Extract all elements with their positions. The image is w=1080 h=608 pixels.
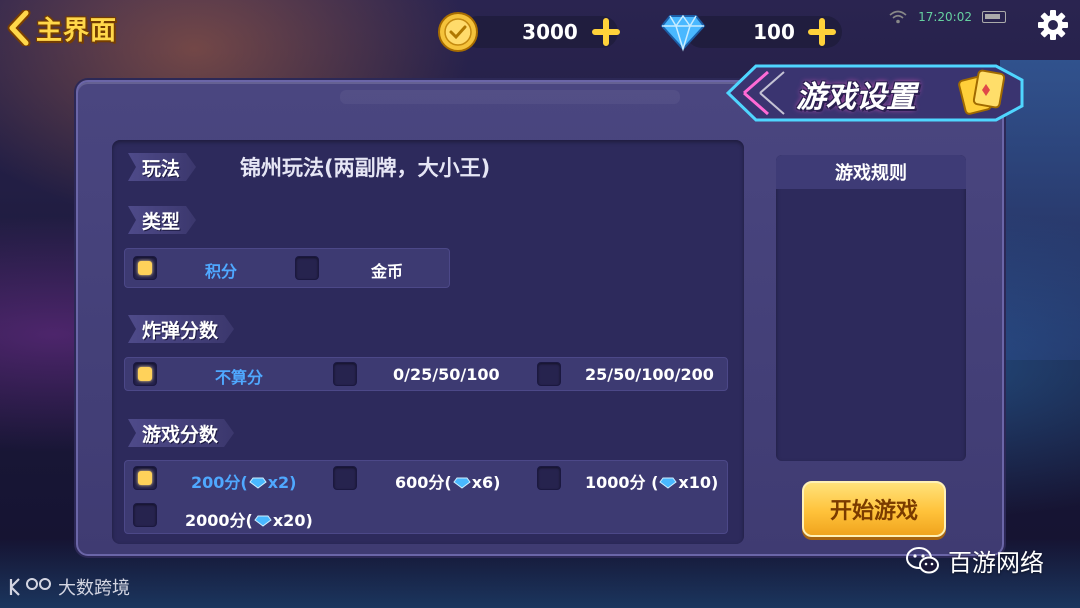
bomb-options: 不算分 0/25/50/100 25/50/100/200	[124, 357, 728, 391]
panel-header-strip	[340, 90, 680, 104]
watermark-left: 大数跨境	[8, 574, 130, 600]
score-600-label: 600分(x6)	[395, 473, 501, 492]
cards-icon	[958, 69, 1006, 115]
score-section: 游戏分数	[128, 418, 234, 448]
type-points-checkbox[interactable]	[133, 256, 157, 280]
score-200-checkbox[interactable]	[133, 466, 157, 490]
score-600-label-wrap: 600分(x6)	[395, 469, 500, 493]
rules-box[interactable]: 游戏规则	[776, 155, 966, 461]
bomb-none-label-wrap: 不算分	[215, 364, 263, 388]
type-tag: 类型	[128, 206, 196, 234]
type-points-label: 积分	[205, 262, 238, 281]
play-mode: 锦州玩法(两副牌，大小王)	[240, 156, 491, 180]
bomb-section: 炸弹分数	[128, 314, 234, 344]
type-option-gold[interactable]	[295, 256, 319, 280]
score-2000-label-wrap: 2000分(x20)	[185, 507, 313, 531]
type-gold-checkbox[interactable]	[295, 256, 319, 280]
bomb-tag: 炸弹分数	[128, 315, 234, 343]
bomb-none-label: 不算分	[215, 368, 264, 387]
score-1000-checkbox[interactable]	[537, 466, 561, 490]
score-tag: 游戏分数	[128, 419, 234, 447]
rules-title: 游戏规则	[776, 155, 966, 189]
score-200-label: 200分(x2)	[191, 473, 297, 492]
score-option-1000[interactable]	[537, 466, 561, 490]
watermark-left-text: 大数跨境	[58, 578, 130, 599]
bomb-a-label-wrap: 0/25/50/100	[393, 365, 500, 384]
type-option-gold-label-wrap: 金币	[371, 258, 403, 282]
type-option-points[interactable]	[133, 256, 157, 280]
gem-mini-icon	[453, 477, 471, 489]
score-option-200[interactable]	[133, 466, 157, 490]
score-2000-label: 2000分(x20)	[185, 511, 313, 530]
bomb-a-label: 0/25/50/100	[393, 365, 500, 384]
score-1000-label-wrap: 1000分 (x10)	[585, 469, 718, 493]
coin-counter: 3000	[436, 12, 620, 52]
type-section: 类型	[128, 205, 196, 235]
type-gold-label: 金币	[371, 262, 404, 281]
bomb-option-b[interactable]	[537, 362, 561, 386]
title-banner: 游戏设置	[726, 60, 1026, 126]
gem-mini-icon	[254, 515, 272, 527]
bomb-option-none[interactable]	[133, 362, 157, 386]
bomb-b-label: 25/50/100/200	[585, 365, 714, 384]
type-options: 积分 金币	[124, 248, 450, 288]
score-option-2000[interactable]	[133, 503, 157, 527]
watermark-right: 百游网络	[906, 543, 1044, 578]
gem-icon	[660, 14, 706, 52]
bomb-b-label-wrap: 25/50/100/200	[585, 365, 714, 384]
home-button[interactable]: 主界面	[6, 8, 117, 48]
bomb-a-checkbox[interactable]	[333, 362, 357, 386]
type-option-points-label-wrap: 积分	[205, 258, 237, 282]
battery-icon	[982, 11, 1006, 23]
watermark-right-text: 百游网络	[948, 549, 1044, 577]
add-coins-icon[interactable]	[592, 18, 620, 46]
bomb-none-checkbox[interactable]	[133, 362, 157, 386]
coin-icon	[438, 12, 478, 52]
settings-gear-icon[interactable]	[1036, 8, 1070, 42]
start-game-button[interactable]: 开始游戏	[802, 481, 946, 537]
play-tag: 玩法	[128, 153, 196, 181]
bomb-option-a[interactable]	[333, 362, 357, 386]
score-600-checkbox[interactable]	[333, 466, 357, 490]
logo-icon	[9, 578, 51, 596]
wechat-icon	[906, 546, 939, 573]
score-2000-checkbox[interactable]	[133, 503, 157, 527]
gem-counter: 100	[660, 14, 842, 52]
status-bar: 17:20:02	[888, 10, 1006, 24]
score-options: 200分(x2) 600分(x6) 1000分 (x10) 2000分(x20)	[124, 460, 728, 534]
bomb-b-checkbox[interactable]	[537, 362, 561, 386]
gem-mini-icon	[659, 477, 678, 489]
score-option-600[interactable]	[333, 466, 357, 490]
clock: 17:20:02	[918, 10, 972, 24]
home-label: 主界面	[36, 15, 118, 46]
add-gems-icon[interactable]	[808, 18, 836, 46]
score-200-label-wrap: 200分(x2)	[191, 469, 296, 493]
play-section: 玩法	[128, 152, 196, 182]
wifi-icon	[889, 10, 907, 24]
gem-mini-icon	[249, 477, 267, 489]
score-1000-label: 1000分 (x10)	[585, 473, 719, 492]
back-chevron-icon	[7, 10, 31, 46]
panel-title: 游戏设置	[796, 80, 916, 115]
